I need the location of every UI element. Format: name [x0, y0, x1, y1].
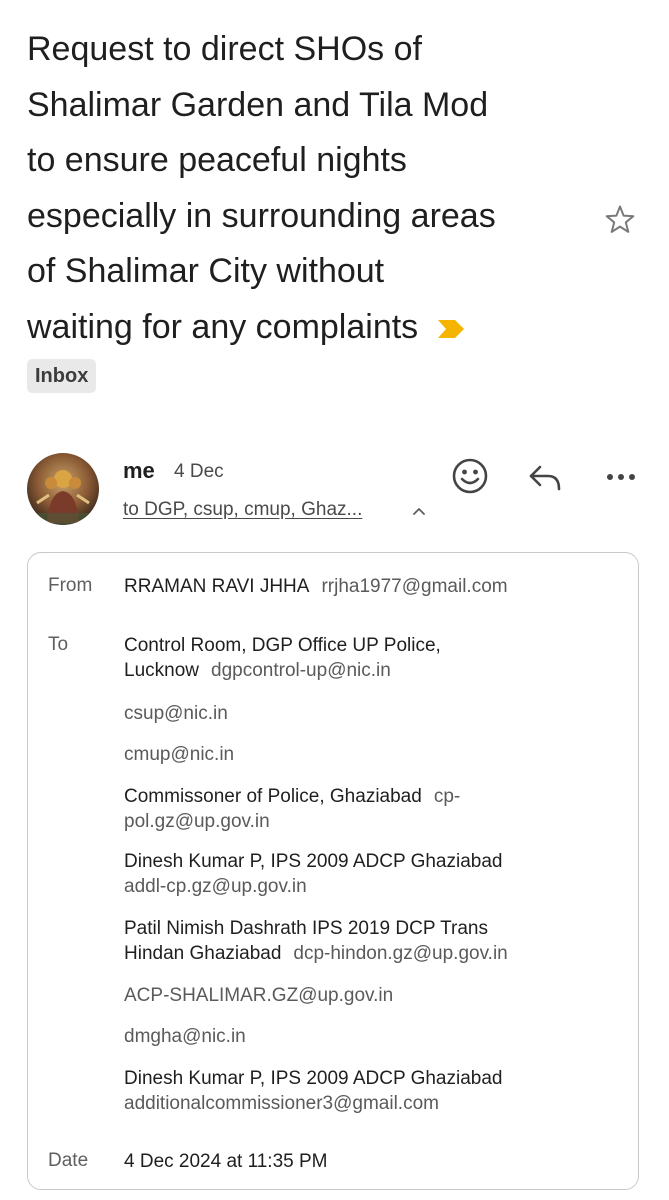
to-label: To — [48, 634, 69, 655]
recipients-summary-link[interactable]: to DGP, csup, cmup, Ghaz... — [123, 499, 362, 521]
email-view: Request to direct SHOs of Shalimar Garde… — [0, 0, 669, 1200]
avatar[interactable] — [27, 453, 99, 525]
recipient-email[interactable]: dmgha@nic.in — [124, 1024, 246, 1049]
date-label: Date — [48, 1150, 89, 1171]
from-email[interactable]: rrjha1977@gmail.com — [321, 576, 507, 597]
email-subject: Request to direct SHOs of Shalimar Garde… — [27, 22, 587, 355]
more-icon[interactable] — [604, 472, 638, 482]
sent-date: 4 Dec — [174, 461, 224, 482]
from-row: RRAMAN RAVI JHHA rrjha1977@gmail.com — [124, 574, 508, 599]
recipient-email[interactable]: cp- — [434, 786, 460, 807]
recipient-email[interactable]: addl-cp.gz@up.gov.in — [124, 874, 307, 899]
subject-text: Request to direct SHOs of Shalimar Garde… — [27, 30, 496, 346]
recipient-name: Lucknow — [124, 660, 199, 681]
recipient-row: Hindan Ghaziabad dcp-hindon.gz@up.gov.in — [124, 941, 508, 966]
recipient-row: Commissoner of Police, Ghaziabad cp- — [124, 784, 460, 809]
recipient-email[interactable]: additionalcommissioner3@gmail.com — [124, 1091, 439, 1116]
avatar-image — [27, 453, 99, 525]
recipient-name: Dinesh Kumar P, IPS 2009 ADCP Ghaziabad — [124, 851, 503, 872]
reply-icon[interactable] — [528, 462, 562, 492]
recipient-email[interactable]: ACP-SHALIMAR.GZ@up.gov.in — [124, 983, 393, 1008]
emoji-react-icon[interactable] — [451, 457, 489, 495]
recipient-email[interactable]: dcp-hindon.gz@up.gov.in — [293, 943, 507, 964]
recipient-name: Commissoner of Police, Ghaziabad — [124, 786, 422, 807]
importance-marker-icon[interactable] — [436, 318, 466, 340]
from-label: From — [48, 575, 93, 596]
recipient-name: Hindan Ghaziabad — [124, 943, 282, 964]
recipient-email[interactable]: csup@nic.in — [124, 701, 228, 726]
recipient-row: Lucknow dgpcontrol-up@nic.in — [124, 658, 391, 683]
star-outline-icon[interactable] — [603, 203, 637, 237]
recipient-name: Dinesh Kumar P, IPS 2009 ADCP Ghaziabad — [124, 1068, 503, 1089]
inbox-label-chip[interactable]: Inbox — [27, 359, 97, 393]
recipient-name: Control Room, DGP Office UP Police, — [124, 635, 441, 656]
chevron-up-icon[interactable] — [411, 504, 427, 518]
recipient-name: Patil Nimish Dashrath IPS 2019 DCP Trans — [124, 918, 488, 939]
from-name: RRAMAN RAVI JHHA — [124, 576, 310, 597]
recipient-email[interactable]: cmup@nic.in — [124, 742, 234, 767]
sender-name: me — [123, 458, 155, 483]
recipient-email-continued[interactable]: pol.gz@up.gov.in — [124, 809, 270, 834]
date-value: 4 Dec 2024 at 11:35 PM — [124, 1151, 328, 1172]
recipient-email[interactable]: dgpcontrol-up@nic.in — [211, 660, 391, 681]
